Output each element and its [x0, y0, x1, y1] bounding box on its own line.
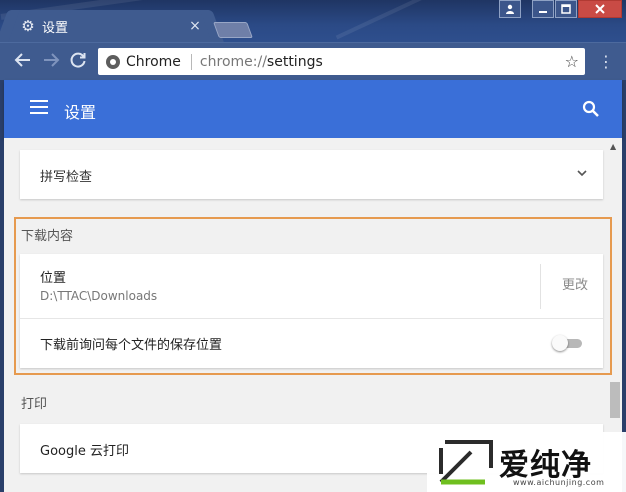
cloud-print-label: Google 云打印 [40, 444, 129, 459]
minimize-button[interactable] [532, 0, 554, 18]
address-bar[interactable]: Chrome chrome://settings ☆ [98, 48, 585, 75]
site-name: Chrome [126, 53, 181, 70]
scroll-up-icon[interactable]: ▲ [610, 142, 616, 151]
watermark-url: www.aichunjing.com [513, 478, 605, 487]
title-bar: ⚙ 设置 × [0, 0, 626, 42]
url-scheme: chrome:// [199, 53, 267, 70]
settings-header: 设置 [4, 80, 622, 138]
gear-icon: ⚙ [21, 17, 35, 35]
tab-title: 设置 [42, 20, 69, 36]
watermark-logo [439, 440, 493, 485]
close-icon[interactable]: × [188, 19, 202, 33]
browser-toolbar: Chrome chrome://settings ☆ ⋮ [0, 42, 626, 80]
close-window-button[interactable] [578, 0, 622, 18]
spellcheck-label: 拼写检查 [40, 170, 93, 185]
maximize-button[interactable] [555, 0, 577, 18]
printing-section-title: 打印 [21, 397, 48, 412]
downloads-highlight-box [14, 217, 612, 375]
url-path: settings [266, 53, 323, 70]
page-title: 设置 [64, 103, 97, 122]
new-tab-button[interactable] [213, 22, 253, 38]
chrome-page-icon [106, 54, 120, 69]
back-arrow-icon[interactable] [12, 51, 34, 73]
scroll-thumb[interactable] [610, 382, 620, 418]
more-vert-icon[interactable]: ⋮ [598, 51, 614, 73]
spellcheck-row[interactable]: 拼写检查 [20, 150, 603, 199]
tab-settings[interactable]: ⚙ 设置 × [8, 10, 212, 42]
forward-arrow-icon[interactable] [40, 51, 62, 73]
search-icon[interactable] [579, 97, 603, 121]
watermark: 爱纯净 www.aichunjing.com [427, 432, 626, 492]
close-icon [595, 4, 605, 14]
hamburger-icon[interactable] [30, 100, 48, 114]
reload-icon[interactable] [67, 51, 89, 73]
url-text[interactable]: chrome://settings [200, 54, 323, 70]
user-icon[interactable] [499, 0, 521, 18]
address-separator [190, 53, 192, 70]
maximize-icon [561, 4, 571, 14]
chevron-down-icon[interactable] [576, 167, 588, 179]
star-icon[interactable]: ☆ [565, 52, 579, 71]
minimize-icon [539, 11, 547, 13]
